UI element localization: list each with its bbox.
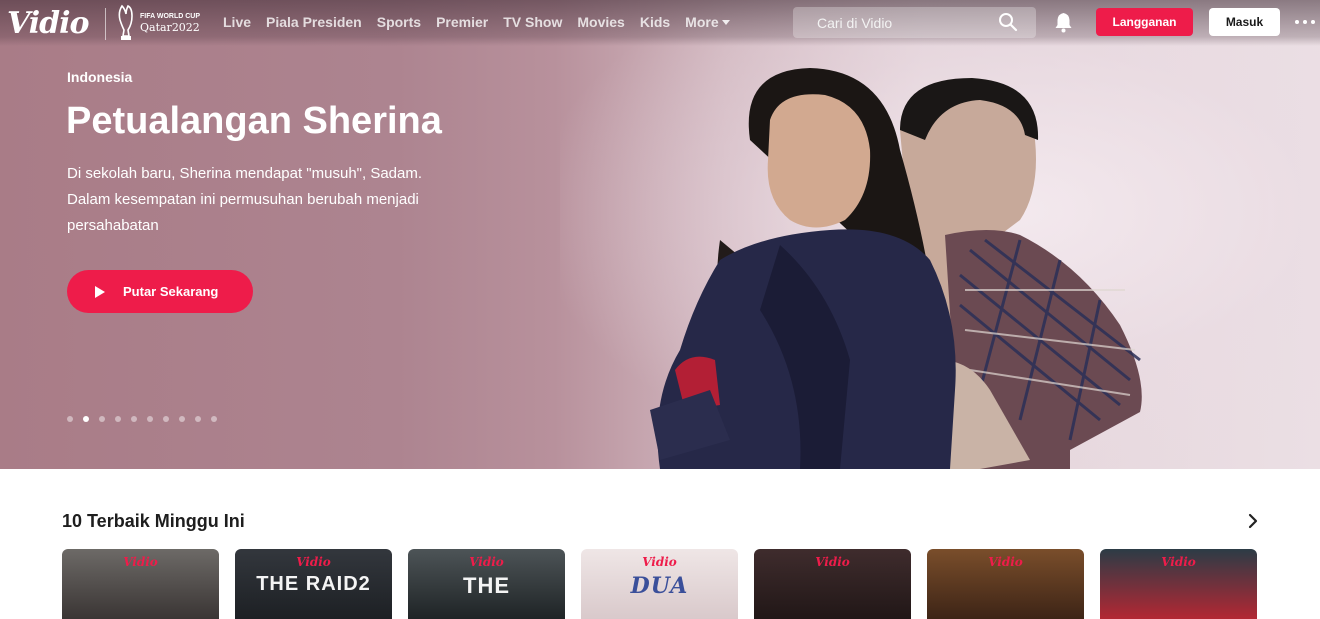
carousel-dot[interactable] <box>67 416 73 422</box>
carousel-dot[interactable] <box>99 416 105 422</box>
carousel-dot[interactable] <box>195 416 201 422</box>
nav-more-label: More <box>685 14 719 30</box>
carousel-dot[interactable] <box>131 416 137 422</box>
movie-card[interactable]: Vidio <box>62 549 219 619</box>
nav-link-tv-show[interactable]: TV Show <box>503 14 562 30</box>
hero-country: Indonesia <box>67 69 133 85</box>
nav-link-piala-presiden[interactable]: Piala Presiden <box>266 14 362 30</box>
movie-card[interactable]: Vidio THE <box>408 549 565 619</box>
search-input[interactable] <box>817 14 997 31</box>
world-cup-subtitle: Qatar2022 <box>140 21 200 34</box>
card-vidio-logo: Vidio <box>123 555 158 569</box>
nav-link-sports[interactable]: Sports <box>377 14 421 30</box>
logo-divider <box>105 8 106 40</box>
top-10-carousel: Vidio Vidio THE RAID2 Vidio THE Vidio DUA Vidio… <box>62 549 1257 619</box>
nav-menu: Live Piala Presiden Sports Premier TV Sh… <box>223 14 745 30</box>
search-bar <box>793 7 1036 38</box>
movie-card[interactable]: Vidio <box>1100 549 1257 619</box>
trophy-icon <box>118 4 133 40</box>
carousel-dot[interactable] <box>179 416 185 422</box>
nav-link-kids[interactable]: Kids <box>640 14 670 30</box>
chevron-down-icon <box>721 20 730 25</box>
card-vidio-logo: Vidio <box>1161 555 1196 569</box>
play-icon <box>95 285 105 298</box>
nav-link-premier[interactable]: Premier <box>436 14 488 30</box>
carousel-dot[interactable] <box>211 416 217 422</box>
movie-card[interactable]: Vidio <box>927 549 1084 619</box>
brand-name: Vidio <box>7 5 90 41</box>
card-vidio-logo: Vidio <box>642 555 677 569</box>
carousel-dot[interactable] <box>147 416 153 422</box>
carousel-dot[interactable] <box>83 416 89 422</box>
top-navigation: Vidio FIFA WORLD CUP Qatar2022 Live Pial… <box>0 0 1320 46</box>
card-vidio-logo: Vidio <box>296 555 331 569</box>
hero-description: Di sekolah baru, Sherina mendapat "musuh… <box>67 165 423 234</box>
world-cup-logo[interactable]: FIFA WORLD CUP Qatar2022 <box>116 3 208 43</box>
nav-link-live[interactable]: Live <box>223 14 251 30</box>
play-now-button[interactable]: Putar Sekarang <box>67 270 253 313</box>
hero-artwork <box>650 68 1142 469</box>
login-button[interactable]: Masuk <box>1209 8 1280 36</box>
more-options-icon[interactable] <box>1295 20 1319 26</box>
chevron-right-icon[interactable] <box>1245 512 1261 530</box>
carousel-dot[interactable] <box>163 416 169 422</box>
movie-card[interactable]: Vidio DUA <box>581 549 738 619</box>
carousel-pagination <box>67 416 217 422</box>
hero-title: Petualangan Sherina <box>66 100 442 142</box>
subscribe-button[interactable]: Langganan <box>1096 8 1193 36</box>
movie-card[interactable]: Vidio <box>754 549 911 619</box>
card-vidio-logo: Vidio <box>988 555 1023 569</box>
vidio-logo[interactable]: Vidio <box>7 5 90 41</box>
card-vidio-logo: Vidio <box>815 555 850 569</box>
card-title: THE <box>463 573 510 598</box>
play-now-label: Putar Sekarang <box>123 284 219 299</box>
nav-more-dropdown[interactable]: More <box>685 14 730 30</box>
card-vidio-logo: Vidio <box>469 555 504 569</box>
carousel-dot[interactable] <box>115 416 121 422</box>
world-cup-title: FIFA WORLD CUP <box>140 13 201 20</box>
card-title: DUA <box>630 573 689 599</box>
card-title: THE RAID2 <box>256 573 371 595</box>
movie-card[interactable]: Vidio THE RAID2 <box>235 549 392 619</box>
nav-link-movies[interactable]: Movies <box>577 14 624 30</box>
notification-bell-icon[interactable] <box>1054 12 1073 33</box>
section-title: 10 Terbaik Minggu Ini <box>62 511 245 531</box>
search-icon[interactable] <box>998 12 1018 32</box>
